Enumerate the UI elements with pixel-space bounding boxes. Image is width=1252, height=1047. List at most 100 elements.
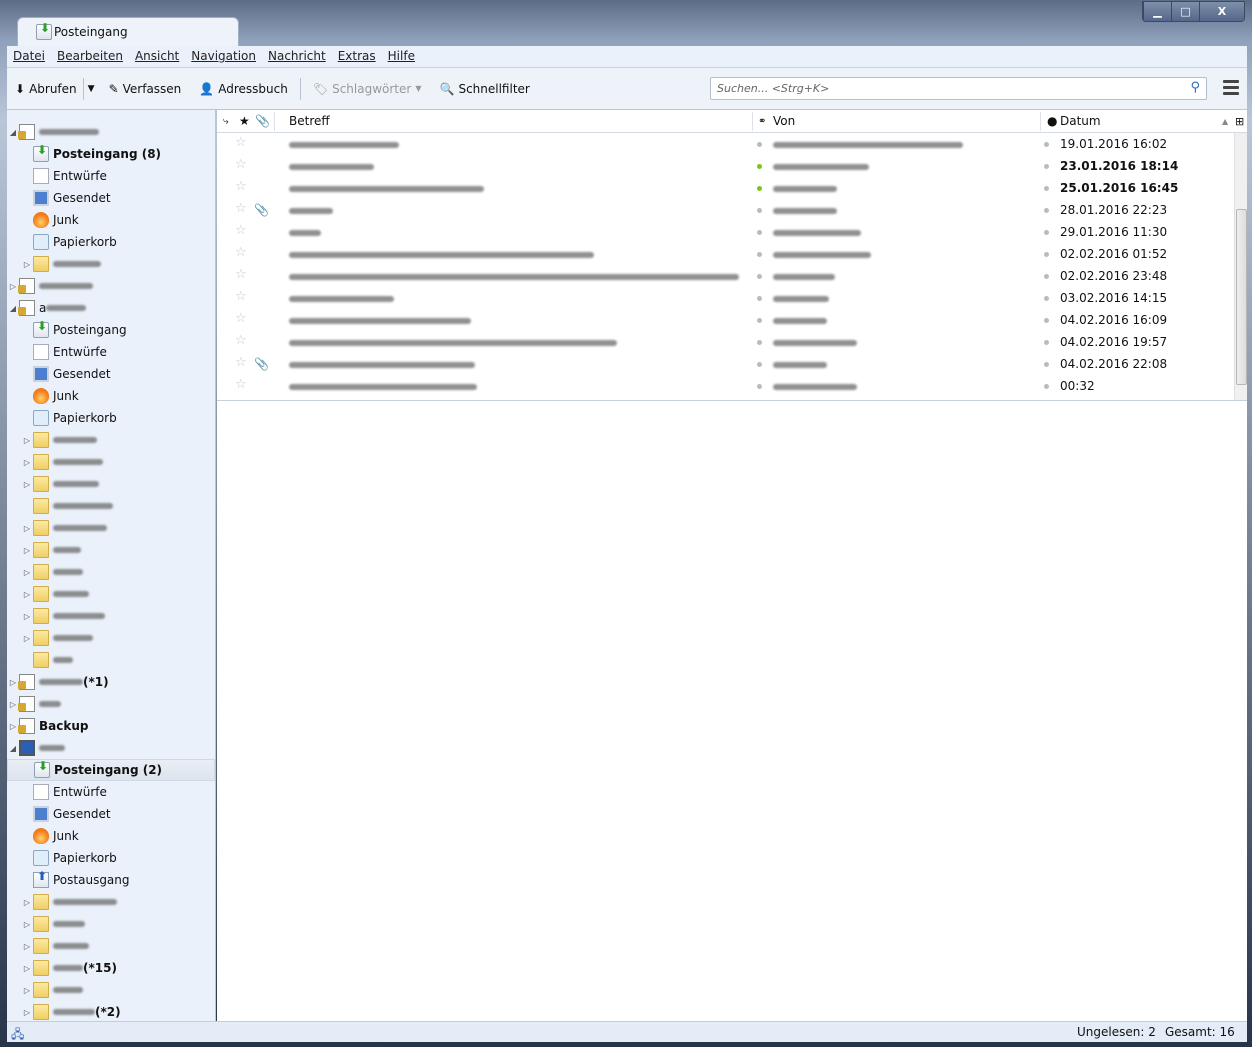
collapsed-icon[interactable]: ▷ (23, 524, 31, 533)
folder-item[interactable]: Gesendet (7, 803, 215, 825)
read-status-icon[interactable] (757, 318, 762, 323)
folder-item[interactable]: ▷ (7, 913, 215, 935)
menu-nachricht[interactable]: Nachricht (268, 49, 326, 64)
read-status-icon[interactable] (757, 208, 762, 213)
column-picker-icon[interactable]: ⊞ (1235, 115, 1244, 128)
folder-item[interactable] (7, 495, 215, 517)
folder-item[interactable]: Papierkorb (7, 847, 215, 869)
collapsed-icon[interactable]: ▷ (23, 612, 31, 621)
junk-status-icon[interactable] (1044, 252, 1049, 257)
collapsed-icon[interactable]: ▷ (23, 546, 31, 555)
collapsed-icon[interactable]: ▷ (9, 282, 17, 291)
folder-item[interactable]: Junk (7, 825, 215, 847)
folder-item[interactable]: ▷ (7, 451, 215, 473)
thread-column-icon[interactable]: ⤷ (223, 116, 229, 127)
star-icon[interactable]: ☆ (235, 311, 247, 326)
message-row[interactable]: ☆ 📎 04.02.2016 22:08 (217, 353, 1234, 375)
column-from[interactable]: Von (773, 114, 795, 128)
collapsed-icon[interactable]: ▷ (23, 458, 31, 467)
folder-item[interactable]: Entwürfe (7, 341, 215, 363)
collapsed-icon[interactable]: ▷ (23, 964, 31, 973)
message-row[interactable]: ☆ 29.01.2016 11:30 (217, 221, 1234, 243)
read-status-icon[interactable] (757, 252, 762, 257)
star-icon[interactable]: ☆ (235, 201, 247, 216)
junk-column-icon[interactable]: ● (1047, 114, 1057, 128)
message-row[interactable]: ☆ 25.01.2016 16:45 (217, 177, 1234, 199)
folder-item[interactable]: ▷ Backup (7, 715, 215, 737)
read-status-icon[interactable] (757, 230, 762, 235)
message-row[interactable]: ☆ 04.02.2016 16:09 (217, 309, 1234, 331)
scrollbar-thumb[interactable] (1236, 209, 1247, 385)
message-row[interactable]: ☆ 04.02.2016 19:57 (217, 331, 1234, 353)
message-row[interactable]: ☆ 02.02.2016 23:48 (217, 265, 1234, 287)
folder-item[interactable]: Papierkorb (7, 231, 215, 253)
app-menu-button[interactable] (1223, 80, 1239, 98)
folder-item[interactable]: Posteingang (8) (7, 143, 215, 165)
star-icon[interactable]: ☆ (235, 289, 247, 304)
column-date[interactable]: Datum (1060, 114, 1101, 128)
message-row[interactable]: ☆ 03.02.2016 14:15 (217, 287, 1234, 309)
collapsed-icon[interactable]: ▷ (23, 260, 31, 269)
folder-item[interactable]: ▷ (7, 561, 215, 583)
compose-button[interactable]: ✎ Verfassen (109, 82, 182, 96)
folder-item[interactable]: ◢ (7, 121, 215, 143)
folder-item[interactable]: Junk (7, 385, 215, 407)
junk-status-icon[interactable] (1044, 274, 1049, 279)
collapsed-icon[interactable]: ▷ (9, 678, 17, 687)
folder-item[interactable]: Gesendet (7, 187, 215, 209)
read-status-icon[interactable] (757, 186, 762, 191)
attachment-column-icon[interactable]: 📎 (255, 114, 270, 128)
folder-item[interactable]: ▷ (*15) (7, 957, 215, 979)
junk-status-icon[interactable] (1044, 230, 1049, 235)
junk-status-icon[interactable] (1044, 142, 1049, 147)
read-status-column-icon[interactable]: ⚭ (758, 116, 766, 127)
junk-status-icon[interactable] (1044, 296, 1049, 301)
collapsed-icon[interactable]: ▷ (23, 436, 31, 445)
star-icon[interactable]: ☆ (235, 333, 247, 348)
read-status-icon[interactable] (757, 164, 762, 169)
message-row[interactable]: ☆ 19.01.2016 16:02 (217, 133, 1234, 155)
minimize-button[interactable]: ▁ (1143, 2, 1171, 21)
folder-item[interactable]: Entwürfe (7, 165, 215, 187)
folder-item[interactable]: ▷ (7, 539, 215, 561)
collapsed-icon[interactable]: ▷ (23, 480, 31, 489)
collapsed-icon[interactable]: ▷ (9, 722, 17, 731)
star-icon[interactable]: ☆ (235, 245, 247, 260)
menu-bearbeiten[interactable]: Bearbeiten (57, 49, 123, 64)
message-row[interactable]: ☆ 📎 28.01.2016 22:23 (217, 199, 1234, 221)
folder-item[interactable]: ▷ (*2) (7, 1001, 215, 1021)
folder-item[interactable]: Posteingang (2) (7, 759, 215, 781)
collapsed-icon[interactable]: ▷ (9, 700, 17, 709)
folder-item[interactable]: ◢ (7, 737, 215, 759)
menu-navigation[interactable]: Navigation (191, 49, 256, 64)
star-column-icon[interactable]: ★ (239, 114, 250, 128)
expanded-icon[interactable]: ◢ (9, 744, 17, 753)
star-icon[interactable]: ☆ (235, 355, 247, 370)
expanded-icon[interactable]: ◢ (9, 128, 17, 137)
collapsed-icon[interactable]: ▷ (23, 1008, 31, 1017)
collapsed-icon[interactable]: ▷ (23, 942, 31, 951)
junk-status-icon[interactable] (1044, 384, 1049, 389)
menu-ansicht[interactable]: Ansicht (135, 49, 179, 64)
addressbook-button[interactable]: 👤 Adressbuch (199, 82, 288, 96)
expanded-icon[interactable]: ◢ (9, 304, 17, 313)
junk-status-icon[interactable] (1044, 340, 1049, 345)
folder-item[interactable]: ▷ (7, 891, 215, 913)
maximize-button[interactable]: □ (1171, 2, 1199, 21)
search-input[interactable]: Suchen... <Strg+K> ⚲ (710, 77, 1207, 100)
read-status-icon[interactable] (757, 384, 762, 389)
folder-item[interactable]: ▷ (7, 693, 215, 715)
tags-button[interactable]: 🏷 Schlagwörter ▼ (313, 82, 422, 96)
message-row[interactable]: ☆ 00:32 (217, 375, 1234, 397)
folder-item[interactable]: ▷ (7, 517, 215, 539)
folder-item[interactable]: Entwürfe (7, 781, 215, 803)
folder-item[interactable]: ▷ (7, 935, 215, 957)
message-row[interactable]: ☆ 23.01.2016 18:14 (217, 155, 1234, 177)
folder-item[interactable]: ▷ (7, 473, 215, 495)
junk-status-icon[interactable] (1044, 362, 1049, 367)
collapsed-icon[interactable]: ▷ (23, 590, 31, 599)
folder-item[interactable]: ▷ (7, 605, 215, 627)
folder-item[interactable]: Junk (7, 209, 215, 231)
column-subject[interactable]: Betreff (289, 114, 330, 128)
folder-item[interactable] (7, 649, 215, 671)
